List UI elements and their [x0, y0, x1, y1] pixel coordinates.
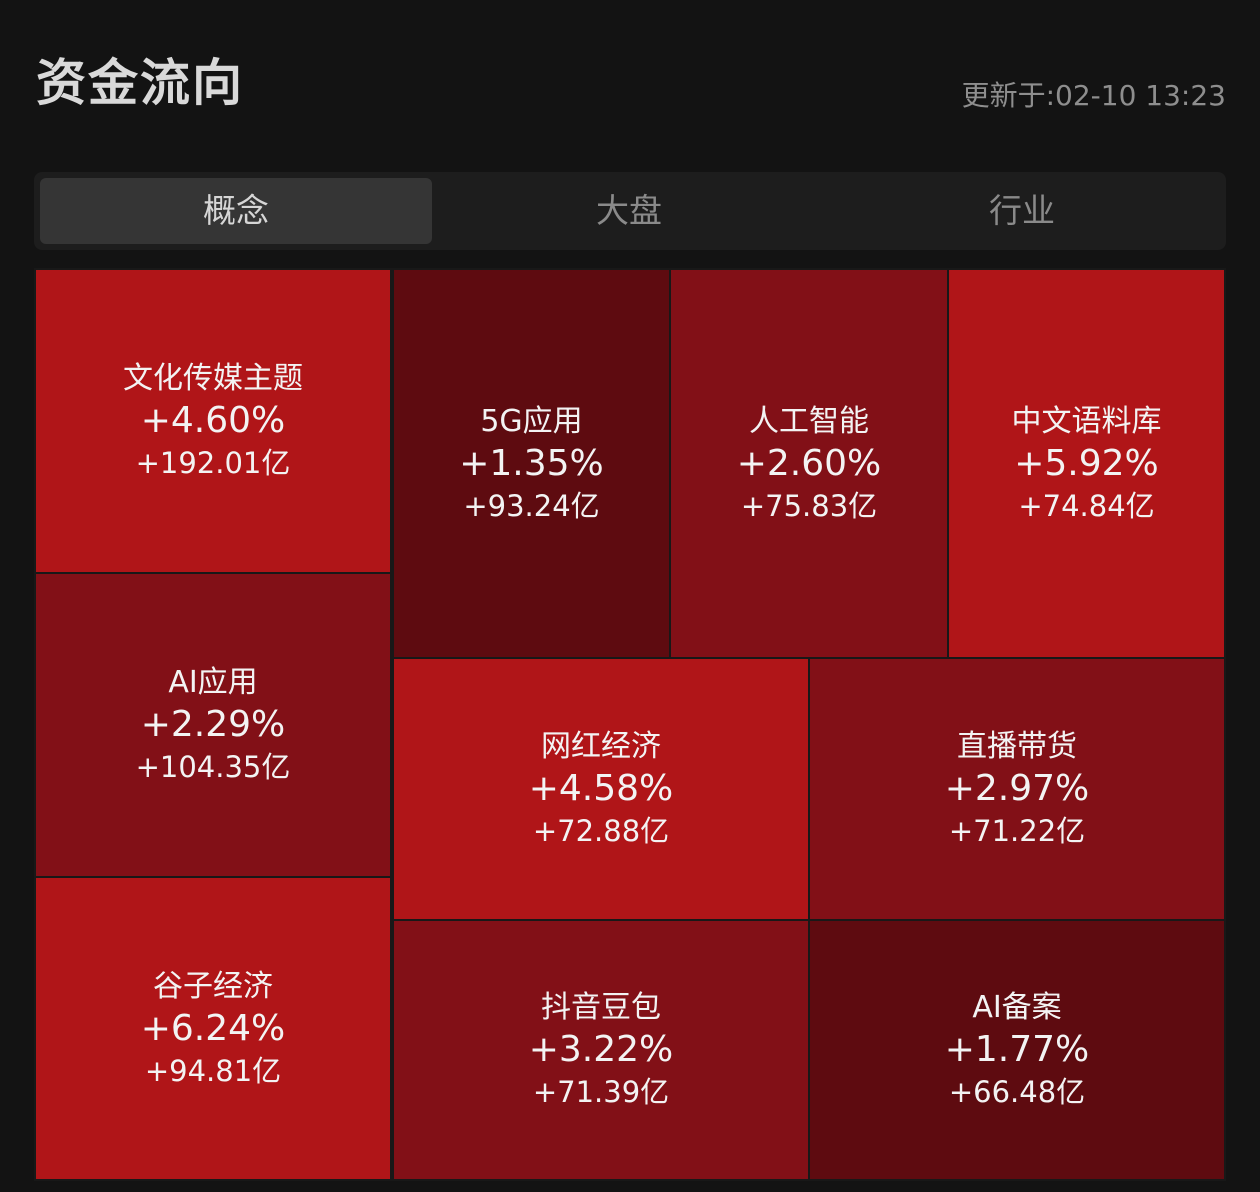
tile-net-inflow: +74.84亿 [1018, 488, 1155, 523]
tab-industry[interactable]: 行业 [826, 178, 1218, 244]
tile-name: 直播带货 [957, 729, 1077, 764]
tile-name: AI备案 [972, 990, 1062, 1025]
tile-name: 中文语料库 [1011, 403, 1162, 439]
tab-concept[interactable]: 概念 [40, 178, 432, 244]
tile-change-pct: +1.35% [459, 442, 604, 484]
tile-artificial-intelligence[interactable]: 人工智能 +2.60% +75.83亿 [669, 268, 949, 659]
tile-net-inflow: +94.81亿 [144, 1053, 282, 1088]
tile-change-pct: +5.92% [1014, 442, 1159, 484]
tile-net-inflow: +72.88亿 [532, 814, 670, 848]
tile-net-inflow: +71.22亿 [948, 814, 1086, 848]
page-title: 资金流向 [36, 54, 244, 112]
tile-5g-app[interactable]: 5G应用 +1.35% +93.24亿 [392, 268, 671, 659]
tile-net-inflow: +104.35亿 [135, 750, 291, 784]
tab-market[interactable]: 大盘 [433, 178, 825, 244]
tile-name: AI应用 [168, 665, 258, 700]
tile-change-pct: +6.24% [140, 1007, 286, 1049]
tile-net-inflow: +192.01亿 [135, 446, 291, 480]
tile-name: 人工智能 [749, 403, 869, 439]
tile-net-inflow: +66.48亿 [948, 1075, 1086, 1109]
app-screen: 资金流向 更新于:02-10 13:23 概念 大盘 行业 文化传媒主题 +4.… [0, 0, 1260, 1192]
tile-ai-filing[interactable]: AI备案 +1.77% +66.48亿 [808, 919, 1226, 1181]
tile-culture-media[interactable]: 文化传媒主题 +4.60% +192.01亿 [34, 268, 392, 574]
tile-chinese-corpus[interactable]: 中文语料库 +5.92% +74.84亿 [947, 268, 1226, 659]
tile-name: 5G应用 [480, 403, 583, 439]
tile-net-inflow: +93.24亿 [463, 488, 600, 523]
tile-name: 网红经济 [541, 729, 661, 764]
tile-change-pct: +2.29% [140, 704, 286, 745]
tile-ai-application[interactable]: AI应用 +2.29% +104.35亿 [34, 572, 392, 878]
tile-change-pct: +1.77% [944, 1029, 1090, 1070]
tile-net-inflow: +75.83亿 [740, 488, 878, 523]
tile-change-pct: +2.97% [944, 768, 1090, 809]
tile-name: 抖音豆包 [541, 990, 661, 1025]
tile-guzi-economy[interactable]: 谷子经济 +6.24% +94.81亿 [34, 876, 392, 1181]
tile-net-inflow: +71.39亿 [532, 1075, 670, 1109]
tile-live-commerce[interactable]: 直播带货 +2.97% +71.22亿 [808, 657, 1226, 921]
tile-name: 谷子经济 [153, 968, 273, 1004]
tile-change-pct: +4.60% [140, 400, 286, 441]
tile-name: 文化传媒主题 [123, 361, 303, 396]
tile-change-pct: +2.60% [736, 442, 882, 484]
update-time: 更新于:02-10 13:23 [961, 79, 1226, 112]
tile-change-pct: +4.58% [528, 768, 674, 809]
tile-change-pct: +3.22% [528, 1029, 674, 1070]
tile-influencer-economy[interactable]: 网红经济 +4.58% +72.88亿 [392, 657, 810, 921]
tile-douyin-doubao[interactable]: 抖音豆包 +3.22% +71.39亿 [392, 919, 810, 1181]
tab-bar: 概念 大盘 行业 [34, 172, 1226, 250]
